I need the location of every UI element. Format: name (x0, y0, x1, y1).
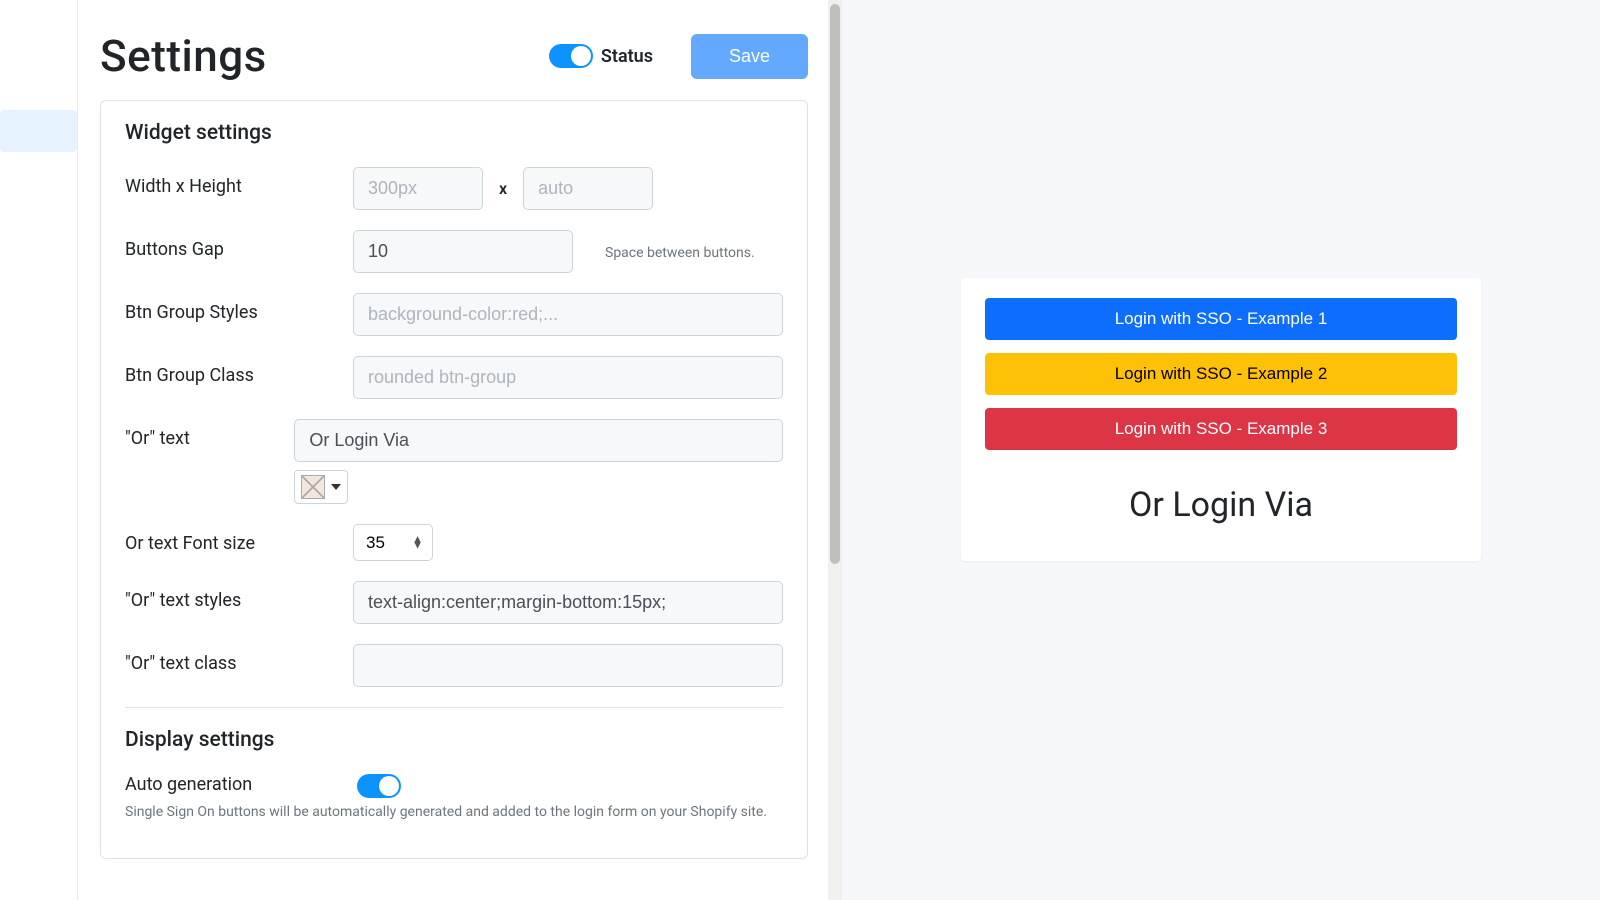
save-button[interactable]: Save (691, 34, 808, 79)
placeholder-image-icon (301, 475, 325, 499)
settings-panel: Settings Status Save Widget settings Wid… (78, 0, 828, 900)
scrollbar[interactable] (828, 0, 842, 900)
label-auto-generation: Auto generation (125, 774, 353, 795)
label-or-styles: "Or" text styles (125, 581, 353, 611)
sso-button-2[interactable]: Login with SSO - Example 2 (985, 353, 1457, 395)
row-group-styles: Btn Group Styles (125, 293, 783, 336)
sso-button-1[interactable]: Login with SSO - Example 1 (985, 298, 1457, 340)
row-or-styles: "Or" text styles (125, 581, 783, 624)
settings-card: Widget settings Width x Height x Buttons… (100, 100, 808, 859)
app-root: Settings Status Save Widget settings Wid… (0, 0, 1600, 900)
row-or-text: "Or" text (125, 419, 783, 504)
or-styles-input[interactable] (353, 581, 783, 624)
buttons-gap-helper: Space between buttons. (605, 243, 755, 261)
width-input[interactable] (353, 167, 483, 210)
toggle-knob-icon (571, 46, 591, 66)
widget-settings-title: Widget settings (125, 121, 783, 145)
sso-button-3[interactable]: Login with SSO - Example 3 (985, 408, 1457, 450)
row-buttons-gap: Buttons Gap Space between buttons. (125, 230, 783, 273)
label-or-text: "Or" text (125, 419, 294, 449)
scrollbar-thumb[interactable] (830, 4, 840, 564)
status-toggle-group: Status (549, 44, 653, 68)
height-input[interactable] (523, 167, 653, 210)
settings-header: Settings Status Save (100, 30, 828, 82)
row-dimensions: Width x Height x (125, 167, 783, 210)
toggle-knob-icon (379, 776, 399, 796)
or-class-input[interactable] (353, 644, 783, 687)
or-font-size-select[interactable]: 35 (353, 524, 433, 561)
row-or-class: "Or" text class (125, 644, 783, 687)
row-group-class: Btn Group Class (125, 356, 783, 399)
section-divider (125, 707, 783, 708)
group-styles-input[interactable] (353, 293, 783, 336)
dimension-separator: x (493, 179, 513, 198)
chevron-down-icon (331, 484, 341, 490)
preview-or-text: Or Login Via (985, 485, 1457, 525)
preview-panel: Login with SSO - Example 1 Login with SS… (842, 0, 1600, 900)
group-class-input[interactable] (353, 356, 783, 399)
label-group-class: Btn Group Class (125, 356, 353, 386)
or-text-input[interactable] (294, 419, 783, 462)
row-or-font-size: Or text Font size 35 ▲▼ (125, 524, 783, 561)
display-settings-title: Display settings (125, 728, 783, 752)
label-dimensions: Width x Height (125, 167, 353, 197)
row-auto-generation: Auto generation Single Sign On buttons w… (125, 774, 783, 820)
label-or-class: "Or" text class (125, 644, 353, 674)
auto-generation-toggle[interactable] (357, 774, 401, 798)
status-label: Status (601, 46, 653, 67)
status-toggle[interactable] (549, 44, 593, 68)
sidebar (0, 0, 78, 900)
preview-widget: Login with SSO - Example 1 Login with SS… (961, 278, 1481, 561)
sidebar-active-item[interactable] (0, 110, 77, 152)
auto-generation-desc: Single Sign On buttons will be automatic… (125, 804, 783, 820)
label-or-font-size: Or text Font size (125, 524, 353, 554)
label-group-styles: Btn Group Styles (125, 293, 353, 323)
page-title: Settings (100, 30, 549, 82)
label-buttons-gap: Buttons Gap (125, 230, 353, 260)
or-text-image-picker[interactable] (294, 470, 348, 504)
buttons-gap-input[interactable] (353, 230, 573, 273)
